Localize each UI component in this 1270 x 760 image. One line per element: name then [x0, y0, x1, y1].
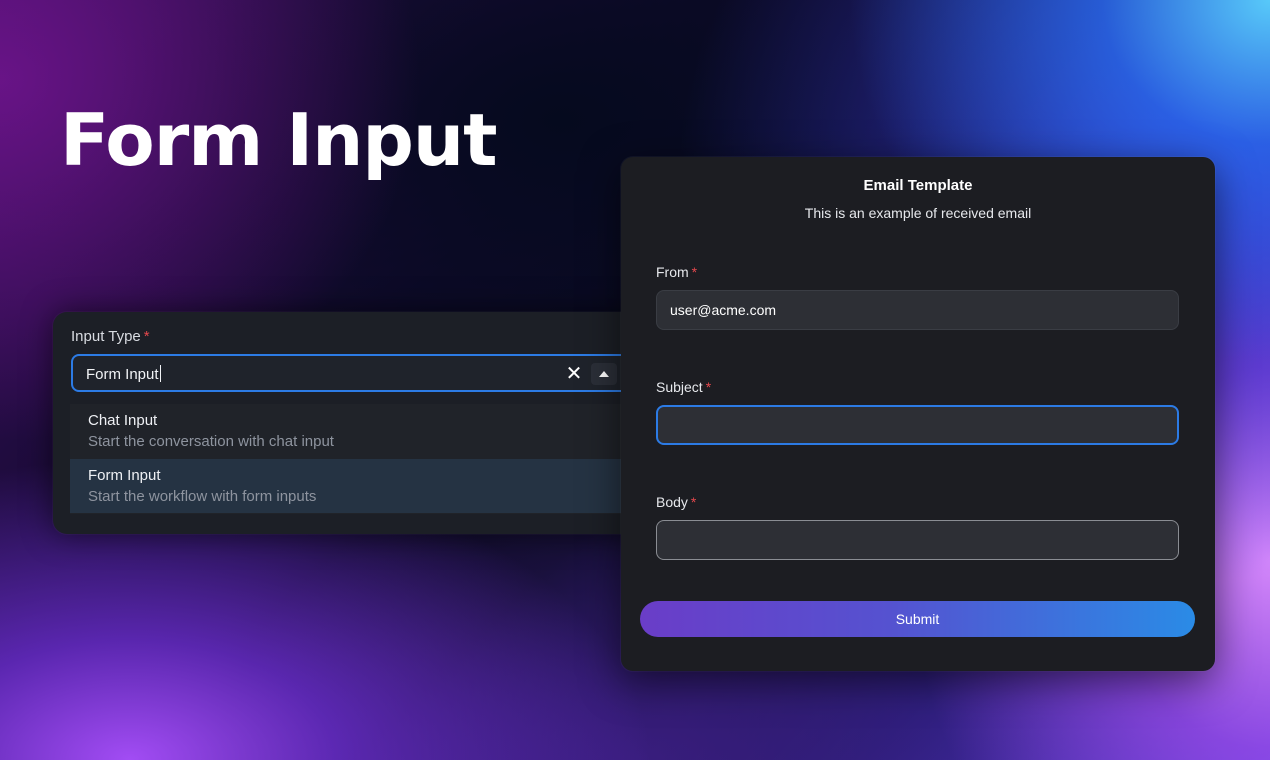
subject-field[interactable]: [656, 405, 1179, 445]
card-title: Email Template: [863, 177, 973, 194]
clear-icon[interactable]: ✕: [563, 363, 585, 385]
option-description: Start the conversation with chat input: [88, 433, 334, 450]
background: Form Input Input Type * Form Input ✕ Chat…: [0, 0, 1270, 760]
body-label: Body *: [656, 494, 696, 510]
body-field[interactable]: [656, 520, 1179, 560]
subject-label-text: Subject: [656, 379, 703, 395]
subject-label: Subject *: [656, 379, 711, 395]
option-form-input[interactable]: Form Input Start the workflow with form …: [70, 459, 653, 513]
required-mark: *: [143, 328, 150, 345]
from-field[interactable]: user@acme.com: [656, 290, 1179, 330]
from-label: From *: [656, 264, 697, 280]
option-description: Start the workflow with form inputs: [88, 488, 317, 505]
body-label-text: Body: [656, 494, 688, 510]
input-type-combobox[interactable]: Form Input ✕: [71, 354, 641, 392]
required-mark: *: [705, 379, 712, 395]
input-type-value[interactable]: Form Input: [86, 365, 161, 383]
input-type-panel: Input Type * Form Input ✕ Chat Input Star…: [53, 312, 653, 534]
required-mark: *: [691, 264, 698, 280]
input-type-label-text: Input Type: [71, 328, 141, 345]
card-subtitle: This is an example of received email: [804, 205, 1032, 221]
option-title: Chat Input: [88, 412, 158, 429]
input-type-options: Chat Input Start the conversation with c…: [70, 404, 653, 514]
chevron-up-icon[interactable]: [591, 363, 617, 385]
hero-title: Form Input: [60, 98, 498, 182]
input-type-label: Input Type *: [71, 328, 150, 345]
submit-button[interactable]: Submit: [640, 601, 1195, 637]
from-label-text: From: [656, 264, 689, 280]
email-template-card: Email Template This is an example of rec…: [621, 157, 1215, 671]
required-mark: *: [690, 494, 697, 510]
option-chat-input[interactable]: Chat Input Start the conversation with c…: [70, 404, 653, 458]
option-title: Form Input: [88, 467, 161, 484]
